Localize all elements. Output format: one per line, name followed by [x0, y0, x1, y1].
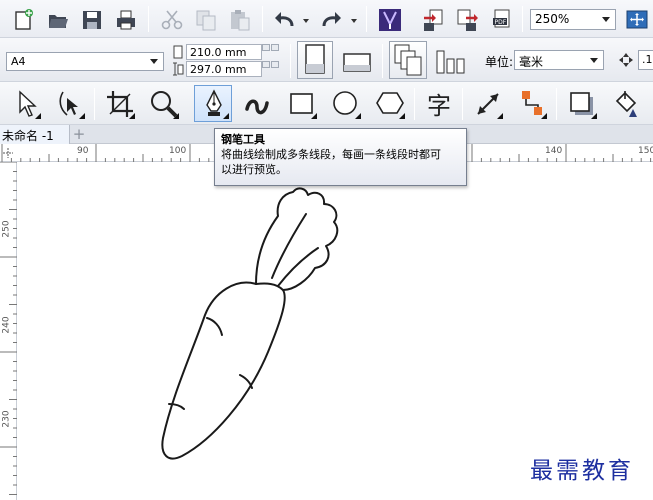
undo-button[interactable] — [268, 4, 310, 34]
separator — [414, 88, 415, 120]
ruler-label: 90 — [77, 146, 89, 156]
ruler-label: 240 — [1, 316, 12, 334]
drawing-canvas[interactable] — [18, 162, 653, 500]
carrot-drawing — [161, 187, 339, 460]
import-button[interactable] — [418, 4, 448, 34]
zoom-tool-button[interactable] — [144, 85, 182, 122]
drop-shadow-tool-button[interactable] — [562, 85, 600, 122]
publish-pdf-button[interactable]: PDF — [486, 4, 516, 34]
spin-down-icon[interactable] — [271, 61, 279, 68]
flyout-icon — [35, 113, 41, 119]
ruler-label: 230 — [1, 410, 12, 428]
rectangle-tool-button[interactable] — [282, 85, 320, 122]
units-select[interactable]: 毫米 — [514, 50, 604, 70]
redo-button[interactable] — [316, 4, 358, 34]
svg-text:PDF: PDF — [495, 19, 507, 26]
separator — [94, 88, 95, 120]
text-tool-button[interactable]: 字 — [420, 85, 458, 122]
tooltip-title: 钢笔工具 — [221, 133, 265, 146]
all-pages-button[interactable] — [389, 41, 427, 79]
flyout-icon — [591, 113, 597, 119]
search-content-button[interactable] — [374, 4, 404, 34]
open-button[interactable] — [42, 4, 72, 34]
width-icon — [172, 45, 184, 59]
undo-dropdown-icon[interactable] — [303, 19, 309, 23]
ruler-label: 250 — [1, 220, 12, 238]
nudge-distance-input[interactable]: .1 — [638, 50, 653, 70]
separator — [522, 6, 523, 32]
pen-tool-button[interactable] — [194, 85, 232, 122]
copy-button[interactable] — [190, 4, 220, 34]
spin-up-icon[interactable] — [262, 61, 270, 68]
page-width-row: 210.0 mm — [172, 44, 282, 60]
chevron-down-icon — [602, 17, 610, 22]
units-value: 毫米 — [519, 55, 544, 69]
page-height-spinner[interactable] — [262, 61, 280, 77]
height-icon — [172, 62, 184, 76]
ruler-label: 100 — [169, 146, 187, 156]
spin-up-icon[interactable] — [262, 44, 270, 51]
new-document-button[interactable] — [8, 4, 38, 34]
page-height-row: 297.0 mm — [172, 61, 282, 77]
flyout-icon — [399, 113, 405, 119]
full-screen-button[interactable] — [621, 4, 651, 34]
flyout-icon — [497, 113, 503, 119]
chevron-down-icon — [150, 59, 158, 64]
fill-tool-button[interactable] — [606, 85, 644, 122]
separator — [556, 88, 557, 120]
print-button[interactable] — [110, 4, 140, 34]
portrait-orientation-button[interactable] — [297, 41, 333, 79]
flyout-icon — [311, 113, 317, 119]
dimension-tool-button[interactable] — [468, 85, 506, 122]
separator — [382, 44, 383, 78]
redo-dropdown-icon[interactable] — [351, 19, 357, 23]
separator — [366, 6, 367, 32]
save-button[interactable] — [76, 4, 106, 34]
flyout-icon — [541, 113, 547, 119]
pen-tool-tooltip: 钢笔工具 将曲线绘制成多条线段，每画一条线段时都可 以进行预览。 — [214, 128, 467, 186]
nudge-icon — [618, 52, 634, 71]
tooltip-line: 将曲线绘制成多条线段，每画一条线段时都可 — [221, 148, 441, 161]
units-label: 单位: — [485, 55, 514, 69]
landscape-orientation-button[interactable] — [338, 41, 376, 79]
separator — [462, 88, 463, 120]
ruler-label: 140 — [545, 146, 563, 156]
paste-button[interactable] — [224, 4, 254, 34]
flyout-icon — [79, 113, 85, 119]
export-button[interactable] — [452, 4, 482, 34]
vertical-ruler[interactable]: 250 240 230 — [0, 162, 17, 500]
connector-tool-button[interactable] — [512, 85, 550, 122]
new-tab-button[interactable]: + — [70, 126, 88, 143]
separator — [290, 44, 291, 78]
document-tab[interactable]: 未命名 -1 — [0, 125, 70, 144]
ruler-origin-icon[interactable] — [2, 147, 14, 162]
flyout-icon — [173, 113, 179, 119]
ellipse-tool-button[interactable] — [326, 85, 364, 122]
page-height-input[interactable]: 297.0 mm — [186, 61, 262, 77]
zoom-level-value: 250% — [535, 12, 570, 26]
page-size-select[interactable]: A4 — [6, 52, 164, 71]
chevron-down-icon — [590, 58, 598, 63]
separator — [148, 6, 149, 32]
svg-text:字: 字 — [427, 92, 451, 119]
cut-button[interactable] — [156, 4, 186, 34]
crop-tool-button[interactable] — [100, 85, 138, 122]
page-size-value: A4 — [11, 55, 26, 68]
artistic-media-tool-button[interactable] — [238, 85, 276, 122]
separator — [262, 6, 263, 32]
flyout-icon — [355, 113, 361, 119]
zoom-level-select[interactable]: 250% — [530, 9, 616, 30]
ruler-label: 150 — [638, 146, 653, 156]
page-width-input[interactable]: 210.0 mm — [186, 44, 262, 60]
current-page-button[interactable] — [432, 41, 470, 79]
page-width-spinner[interactable] — [262, 44, 280, 60]
flyout-icon — [129, 113, 135, 119]
pick-tool-button[interactable] — [6, 85, 44, 122]
spin-down-icon[interactable] — [271, 44, 279, 51]
flyout-icon — [223, 113, 229, 119]
shape-tool-button[interactable] — [50, 85, 88, 122]
polygon-tool-button[interactable] — [370, 85, 408, 122]
watermark-text: 最需教育 — [530, 458, 634, 484]
tooltip-line: 以进行预览。 — [221, 163, 287, 176]
